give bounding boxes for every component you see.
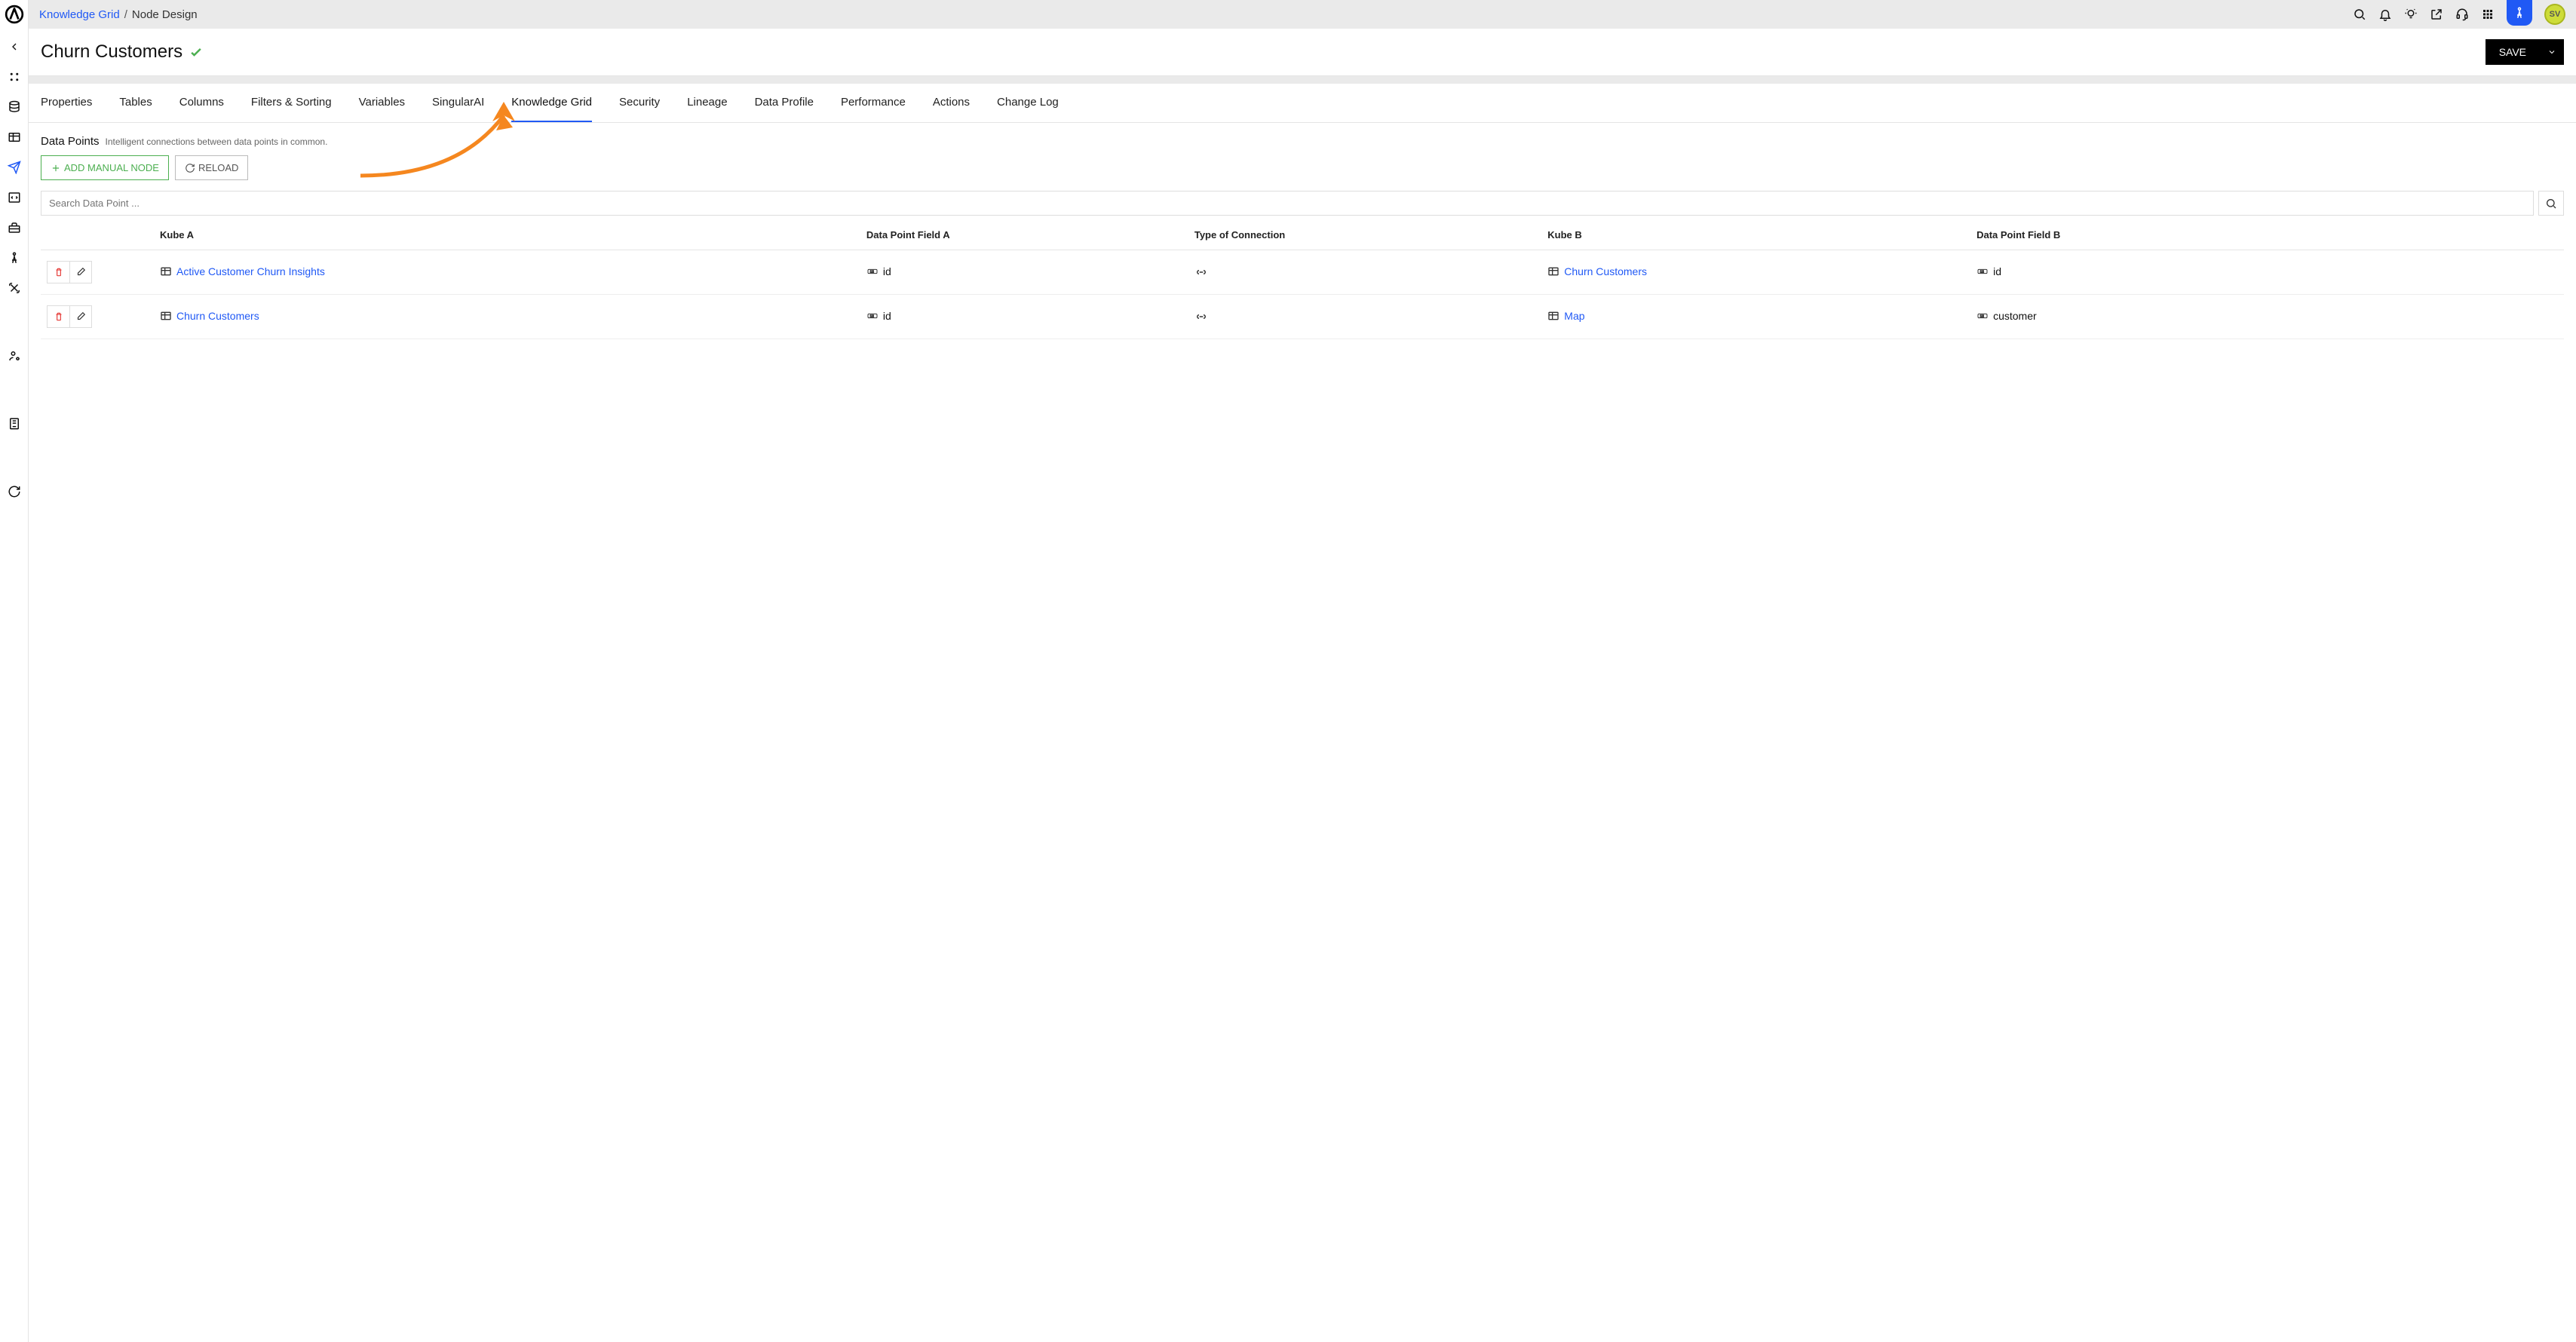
send-icon[interactable] <box>7 160 22 175</box>
field-a-value: id <box>883 265 891 277</box>
grid-apps-icon[interactable] <box>2481 8 2495 21</box>
tab-variables[interactable]: Variables <box>359 84 405 122</box>
save-group: SAVE <box>2486 39 2564 65</box>
tools-icon[interactable] <box>7 280 22 296</box>
user-settings-icon[interactable] <box>7 348 22 363</box>
tabs: Properties Tables Columns Filters & Sort… <box>29 84 2576 123</box>
table-mini-icon <box>160 265 172 277</box>
svg-text:12: 12 <box>1980 314 1985 317</box>
tab-columns[interactable]: Columns <box>179 84 224 122</box>
svg-text:12: 12 <box>870 269 875 273</box>
field-badge-icon: 12 <box>1976 265 1989 277</box>
link-icon <box>1194 310 1535 323</box>
tab-actions[interactable]: Actions <box>933 84 970 122</box>
kube-b-link[interactable]: Churn Customers <box>1564 265 1647 277</box>
tab-knowledge-grid[interactable]: Knowledge Grid <box>511 84 592 122</box>
search-row <box>41 191 2564 216</box>
link-icon <box>1194 265 1535 279</box>
search-input[interactable] <box>41 191 2534 216</box>
delete-row-button[interactable] <box>47 305 69 328</box>
search-button[interactable] <box>2538 191 2564 216</box>
field-badge-icon: 12 <box>866 310 879 322</box>
main-area: Knowledge Grid / Node Design SV Churn Cu… <box>29 0 2576 1342</box>
section-head: Data Points Intelligent connections betw… <box>41 135 2564 148</box>
tab-change-log[interactable]: Change Log <box>997 84 1059 122</box>
button-row: ADD MANUAL NODE RELOAD <box>41 155 2564 180</box>
data-points-table: Kube A Data Point Field A Type of Connec… <box>41 220 2564 339</box>
table-row: Active Customer Churn Insights 12 id Chur… <box>41 250 2564 295</box>
topbar: Knowledge Grid / Node Design SV <box>29 0 2576 29</box>
tab-performance[interactable]: Performance <box>841 84 906 122</box>
col-field-a: Data Point Field A <box>860 220 1188 250</box>
app-logo <box>5 5 24 24</box>
field-b-value: customer <box>1993 310 2037 322</box>
save-button[interactable]: SAVE <box>2486 39 2540 65</box>
kube-b-link[interactable]: Map <box>1564 310 1584 322</box>
section-title: Data Points <box>41 135 100 148</box>
reload-button[interactable]: RELOAD <box>175 155 248 180</box>
page-title: Churn Customers <box>41 41 182 63</box>
book-icon[interactable] <box>7 416 22 431</box>
edit-row-button[interactable] <box>69 305 92 328</box>
kube-a-link[interactable]: Churn Customers <box>176 310 259 322</box>
tab-lineage[interactable]: Lineage <box>687 84 727 122</box>
reload-label: RELOAD <box>198 162 238 173</box>
kube-a-link[interactable]: Active Customer Churn Insights <box>176 265 325 277</box>
bell-icon[interactable] <box>2378 8 2392 21</box>
section-subtitle: Intelligent connections between data poi… <box>106 136 328 147</box>
lightbulb-icon[interactable] <box>2404 8 2418 21</box>
toolbox-icon[interactable] <box>7 220 22 235</box>
add-manual-node-label: ADD MANUAL NODE <box>64 162 159 173</box>
titlebar: Churn Customers SAVE <box>29 29 2576 76</box>
save-dropdown-button[interactable] <box>2540 39 2564 65</box>
left-rail <box>0 0 29 1342</box>
table-mini-icon <box>160 310 172 322</box>
tab-singularai[interactable]: SingularAI <box>432 84 484 122</box>
compass-icon[interactable] <box>7 250 22 265</box>
panel: Data Points Intelligent connections betw… <box>29 123 2576 1342</box>
edit-row-button[interactable] <box>69 261 92 283</box>
share-icon[interactable] <box>2430 8 2443 21</box>
code-icon[interactable] <box>7 190 22 205</box>
field-badge-icon: 12 <box>1976 310 1989 322</box>
compass-badge-icon[interactable] <box>2507 0 2532 26</box>
avatar[interactable]: SV <box>2544 4 2565 25</box>
breadcrumb: Knowledge Grid / Node Design <box>39 8 198 21</box>
field-b-value: id <box>1993 265 2001 277</box>
database-icon[interactable] <box>7 100 22 115</box>
apps-icon[interactable] <box>7 69 22 84</box>
table-mini-icon <box>1547 265 1559 277</box>
add-manual-node-button[interactable]: ADD MANUAL NODE <box>41 155 169 180</box>
headset-icon[interactable] <box>2455 8 2469 21</box>
svg-text:12: 12 <box>870 314 875 317</box>
col-field-b: Data Point Field B <box>1970 220 2564 250</box>
col-kube-a: Kube A <box>154 220 860 250</box>
breadcrumb-parent[interactable]: Knowledge Grid <box>39 8 120 21</box>
field-a-value: id <box>883 310 891 322</box>
col-kube-b: Kube B <box>1541 220 1970 250</box>
delete-row-button[interactable] <box>47 261 69 283</box>
search-icon[interactable] <box>2353 8 2366 21</box>
svg-text:12: 12 <box>1980 269 1985 273</box>
breadcrumb-sep: / <box>124 8 127 21</box>
table-row: Churn Customers 12 id Map 12 customer <box>41 295 2564 339</box>
breadcrumb-current: Node Design <box>132 8 198 21</box>
tab-security[interactable]: Security <box>619 84 660 122</box>
table-mini-icon <box>1547 310 1559 322</box>
refresh-icon[interactable] <box>7 484 22 499</box>
table-icon[interactable] <box>7 130 22 145</box>
tab-properties[interactable]: Properties <box>41 84 92 122</box>
tab-filters-sorting[interactable]: Filters & Sorting <box>251 84 332 122</box>
top-icons: SV <box>2353 3 2565 26</box>
check-icon <box>189 44 204 60</box>
field-badge-icon: 12 <box>866 265 879 277</box>
col-connection: Type of Connection <box>1188 220 1541 250</box>
tab-tables[interactable]: Tables <box>119 84 152 122</box>
tab-data-profile[interactable]: Data Profile <box>755 84 814 122</box>
collapse-icon[interactable] <box>7 39 22 54</box>
